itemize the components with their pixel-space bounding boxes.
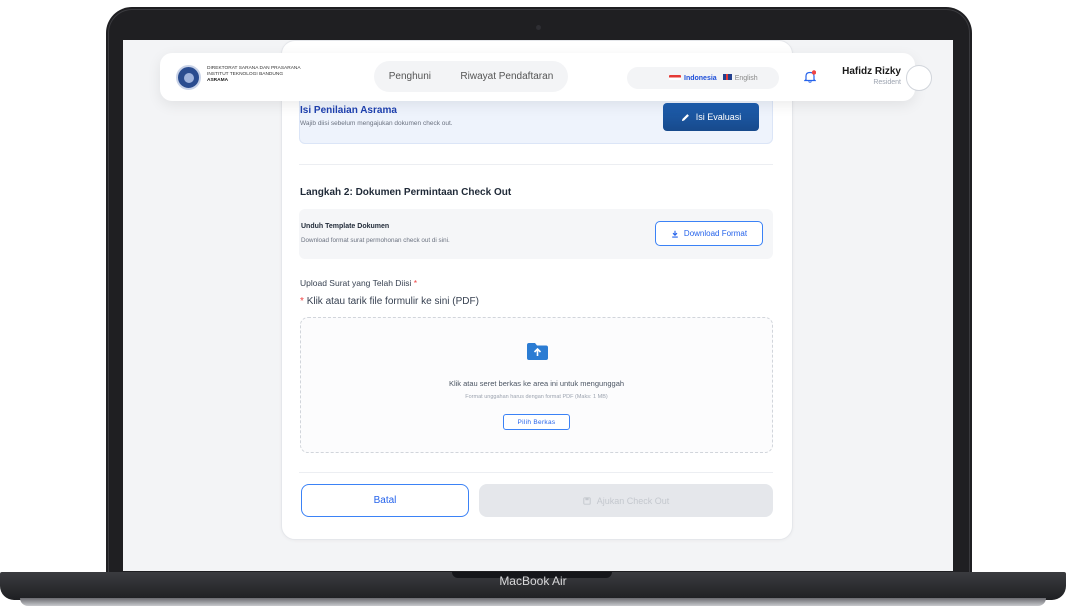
flag-uk-icon (722, 74, 732, 80)
logo-text: DIREKTORAT SARANA DAN PRASARANA INSTITUT… (207, 66, 301, 83)
avatar[interactable] (906, 65, 932, 91)
evaluation-description: Wajib diisi sebelum mengajukan dokumen c… (300, 120, 453, 127)
top-navbar: DIREKTORAT SARANA DAN PRASARANA INSTITUT… (160, 53, 932, 101)
dropzone-sub-text: Format unggahan harus dengan format PDF … (465, 394, 608, 400)
screen: Isi Penilaian Asrama Wajib diisi sebelum… (123, 40, 953, 571)
lang-indonesia[interactable]: Indonesia (669, 74, 717, 82)
laptop-base-edge (20, 598, 1046, 606)
download-format-button[interactable]: Download Format (655, 221, 763, 246)
flag-id-icon (669, 74, 681, 80)
divider (299, 472, 773, 473)
user-name[interactable]: Hafidz Rizky (803, 66, 901, 77)
user-role: Resident (873, 79, 901, 86)
template-title: Unduh Template Dokumen (301, 223, 390, 230)
pencil-icon (681, 113, 689, 121)
submit-checkout-label: Ajukan Check Out (596, 495, 670, 506)
tab-penghuni[interactable]: Penghuni (389, 71, 431, 82)
camera (536, 25, 541, 30)
dropzone-main-text: Klik atau seret berkas ke area ini untuk… (448, 379, 625, 388)
divider (299, 164, 773, 165)
device-brand-label: MacBook Air (499, 574, 567, 588)
fill-evaluation-button[interactable]: Isi Evaluasi (663, 103, 759, 131)
upload-label: Upload Surat yang Telah Diisi * (300, 278, 418, 288)
template-description: Download format surat permohonan check o… (301, 237, 450, 244)
evaluation-title: Isi Penilaian Asrama (300, 105, 397, 116)
step2-title: Langkah 2: Dokumen Permintaan Check Out (300, 187, 512, 198)
upload-hint: * Klik atau tarik file formulir ke sini … (300, 296, 479, 307)
nav-tabs: Penghuni Riwayat Pendaftaran (374, 61, 568, 92)
tab-riwayat-pendaftaran[interactable]: Riwayat Pendaftaran (460, 71, 553, 82)
save-icon (583, 496, 591, 505)
language-switcher: Indonesia English (627, 67, 779, 89)
folder-upload-icon (527, 343, 548, 360)
submit-checkout-button[interactable]: Ajukan Check Out (479, 484, 773, 517)
itb-logo-icon (176, 65, 201, 90)
lang-english[interactable]: English (722, 74, 758, 82)
download-format-label: Download Format (683, 229, 748, 238)
pick-file-button[interactable]: Pilih Berkas (503, 414, 570, 430)
download-icon (672, 230, 678, 238)
cancel-button[interactable]: Batal (301, 484, 469, 517)
fill-evaluation-label: Isi Evaluasi (695, 112, 742, 122)
